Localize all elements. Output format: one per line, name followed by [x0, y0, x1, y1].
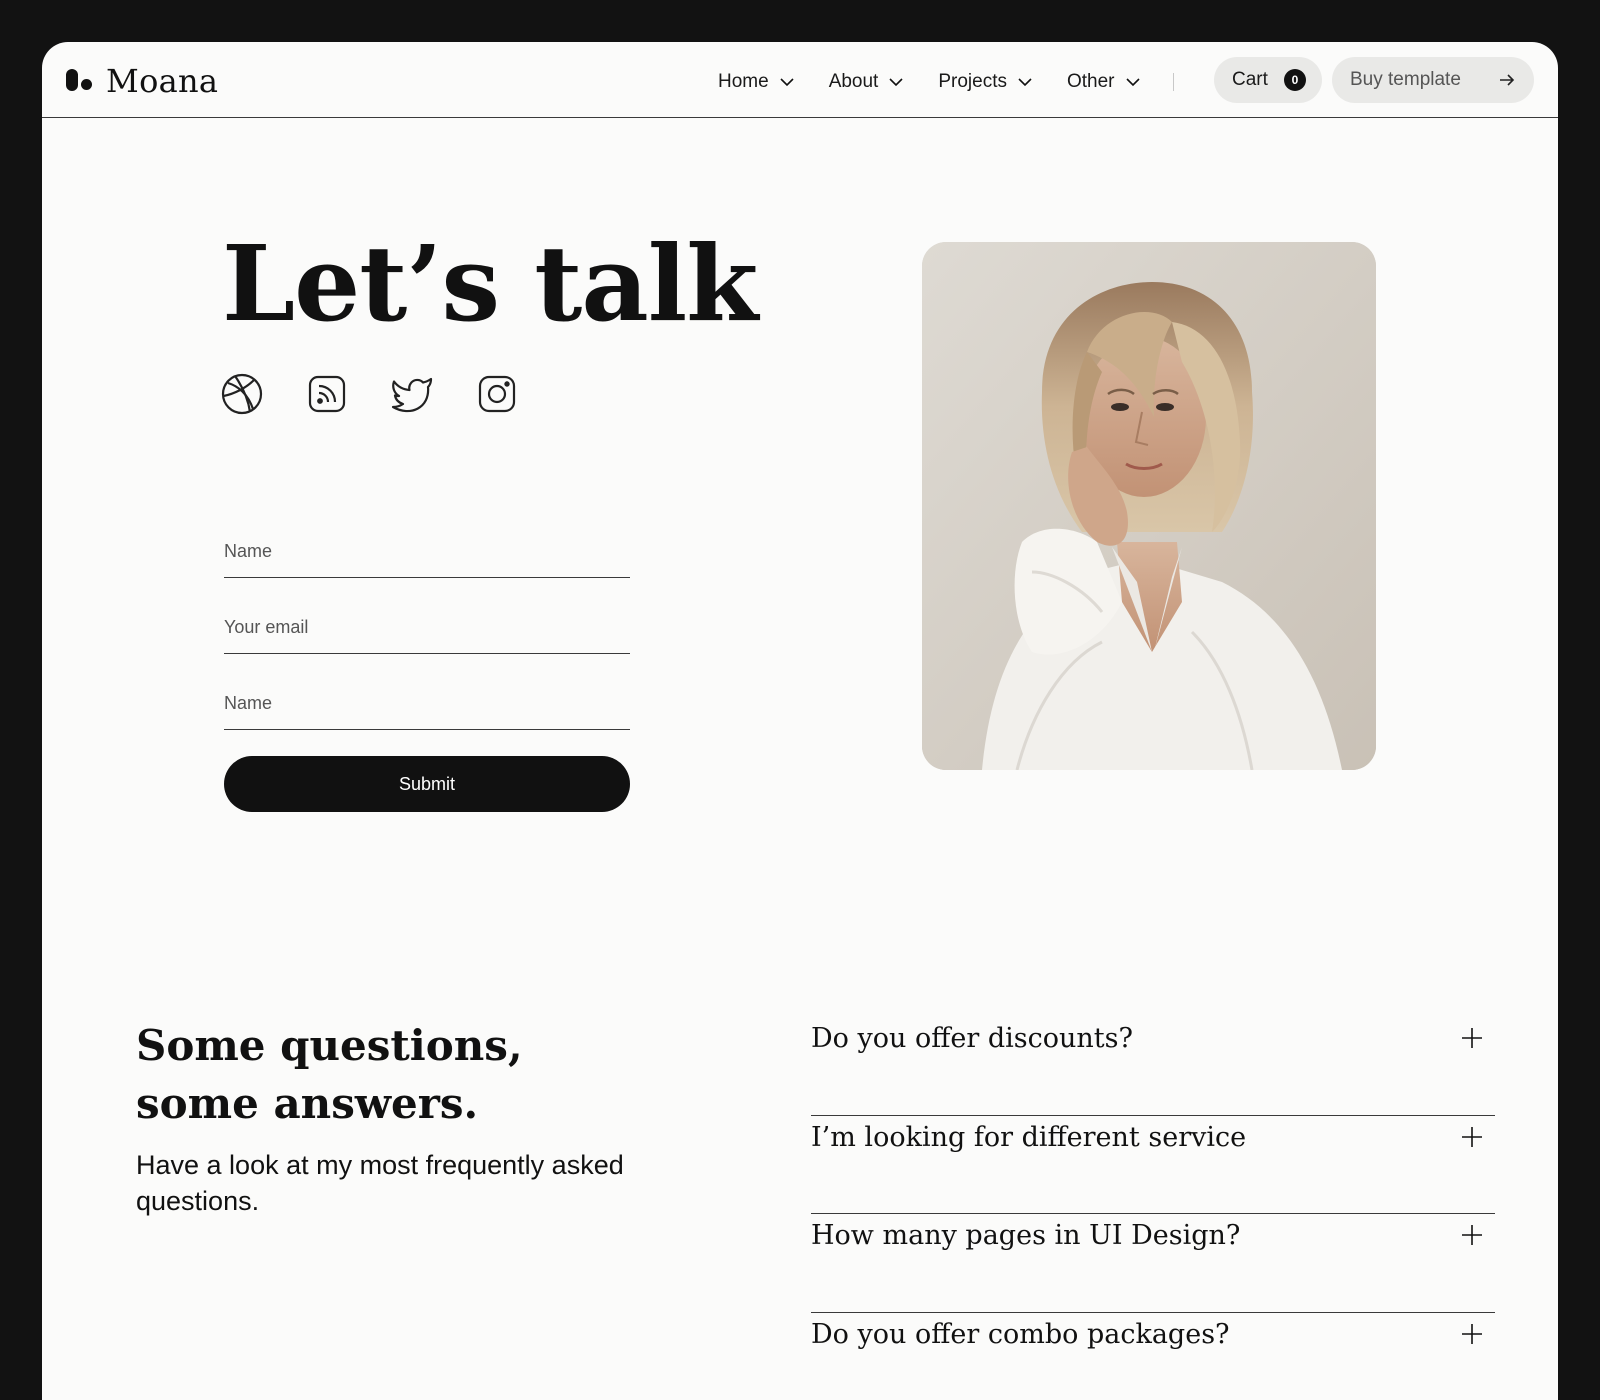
page-title: Let’s talk — [222, 222, 758, 345]
nav-item-other[interactable]: Other — [1067, 71, 1141, 93]
nav-item-label: Other — [1066, 71, 1115, 92]
name-input[interactable] — [224, 533, 630, 569]
chevron-down-icon — [1125, 78, 1140, 87]
chevron-down-icon — [1018, 78, 1032, 87]
faq-title-line2: some answers. — [136, 1079, 479, 1128]
chevron-down-icon — [889, 78, 903, 87]
portrait-illustration — [922, 242, 1376, 770]
faq-question: I’m looking for different service — [811, 1121, 1247, 1153]
plus-icon — [1462, 1126, 1482, 1147]
faq-subtitle: Have a look at my most frequently asked … — [136, 1150, 624, 1216]
faq-item[interactable]: Do you offer discounts? — [811, 1017, 1495, 1116]
instagram-icon[interactable] — [475, 372, 519, 416]
message-field-wrapper — [224, 654, 630, 730]
plus-icon — [1462, 1323, 1482, 1344]
faq-item[interactable]: I’m looking for different service — [811, 1116, 1495, 1214]
email-input[interactable] — [224, 609, 630, 645]
faq-title: Some questions, some answers. — [136, 1017, 696, 1133]
nav-item-label: Home — [718, 71, 769, 92]
faq-question: How many pages in UI Design? — [811, 1220, 1241, 1251]
faq-question: Do you offer combo packages? — [811, 1318, 1230, 1350]
rss-icon[interactable] — [305, 372, 349, 416]
logo[interactable]: Moana — [66, 62, 218, 100]
name-field-wrapper — [224, 492, 630, 578]
plus-icon — [1462, 1028, 1482, 1048]
submit-button[interactable]: Submit — [224, 756, 630, 812]
chevron-down-icon — [780, 78, 794, 87]
buy-template-button[interactable]: Buy template — [1332, 57, 1534, 103]
faq-item[interactable]: Do you offer combo packages? — [811, 1313, 1495, 1400]
nav-item-projects[interactable]: Projects — [938, 71, 1033, 93]
nav-item-about[interactable]: About — [829, 71, 905, 93]
nav-divider — [1172, 73, 1175, 91]
browser-window: Moana Home About Projects Other Cart 0 B… — [42, 42, 1558, 1400]
faq-item[interactable]: How many pages in UI Design? — [811, 1214, 1495, 1313]
cart-button[interactable]: Cart 0 — [1214, 57, 1322, 103]
message-input[interactable] — [224, 685, 630, 721]
cart-label: Cart — [1232, 69, 1268, 90]
nav-item-home[interactable]: Home — [718, 71, 795, 93]
nav-item-label: Projects — [938, 71, 1007, 92]
faq-list: Do you offer discounts? I’m looking for … — [811, 1017, 1495, 1400]
brand-name: Moana — [106, 62, 219, 100]
portrait-photo — [922, 242, 1376, 770]
site-header: Moana Home About Projects Other Cart 0 B… — [42, 42, 1558, 118]
contact-form: Submit — [224, 492, 630, 812]
faq-question: Do you offer discounts? — [811, 1023, 1133, 1054]
cart-count-badge: 0 — [1283, 69, 1306, 91]
arrow-right-icon — [1500, 74, 1515, 86]
social-links — [220, 372, 560, 416]
plus-icon — [1462, 1225, 1482, 1245]
buy-template-label: Buy template — [1350, 69, 1461, 90]
main-nav: Home About Projects Other — [718, 64, 1198, 100]
email-field-wrapper — [224, 578, 630, 654]
dribbble-icon[interactable] — [220, 372, 264, 416]
nav-item-label: About — [828, 71, 879, 92]
twitter-icon[interactable] — [390, 372, 434, 416]
logo-mark-icon — [66, 69, 94, 93]
faq-title-line1: Some questions, — [136, 1021, 523, 1070]
